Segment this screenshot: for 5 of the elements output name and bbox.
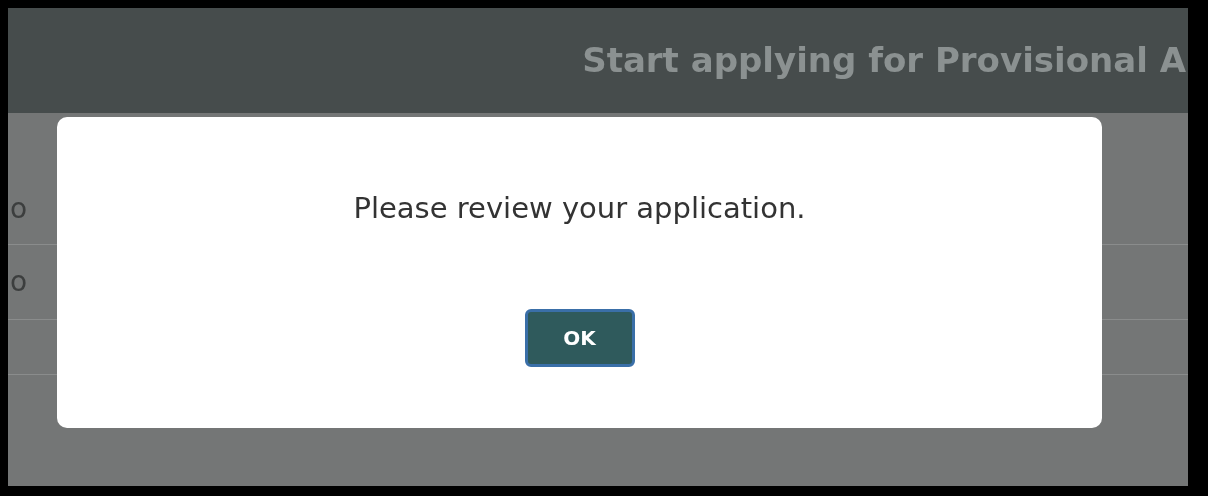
dialog-message: Please review your application. bbox=[353, 190, 806, 227]
row-label: o bbox=[10, 190, 28, 227]
page-title: Start applying for Provisional A bbox=[582, 39, 1187, 82]
ok-button[interactable]: OK bbox=[524, 308, 635, 367]
row-label: o bbox=[10, 264, 28, 300]
